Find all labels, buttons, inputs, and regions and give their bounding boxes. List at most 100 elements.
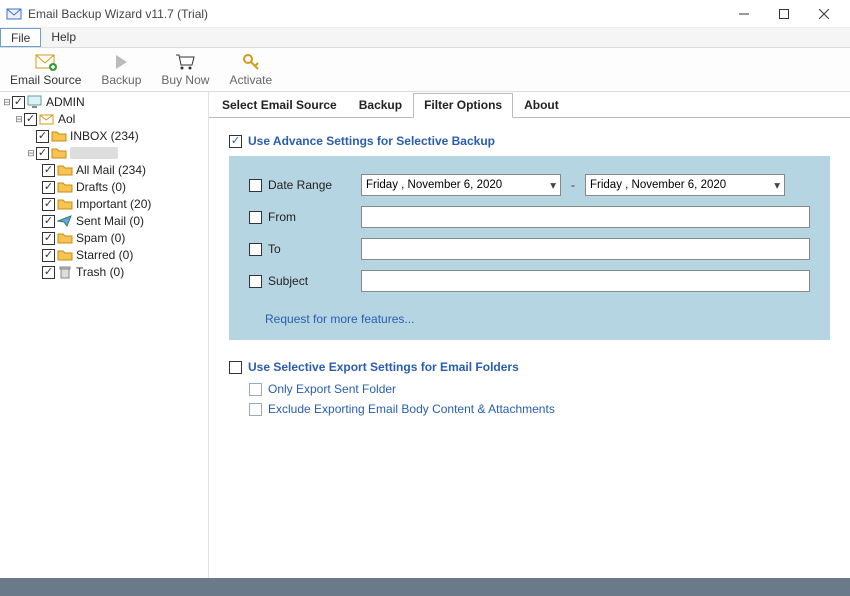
tree-label: Aol	[58, 112, 75, 126]
tree-label: INBOX (234)	[70, 129, 139, 143]
to-label: To	[268, 242, 281, 256]
key-icon	[240, 52, 262, 72]
selective-export-label: Use Selective Export Settings for Email …	[248, 360, 519, 374]
sent-icon	[57, 214, 73, 228]
subject-input[interactable]	[361, 270, 810, 292]
minimize-button[interactable]	[724, 2, 764, 26]
tree-checkbox[interactable]	[42, 198, 55, 211]
tool-backup[interactable]: Backup	[91, 48, 151, 91]
exclude-body-checkbox[interactable]	[249, 403, 262, 416]
maximize-button[interactable]	[764, 2, 804, 26]
cart-icon	[174, 52, 196, 72]
tool-activate[interactable]: Activate	[219, 48, 282, 91]
tab-select-source[interactable]: Select Email Source	[211, 93, 348, 118]
tree-label: Starred (0)	[76, 248, 133, 262]
subject-label: Subject	[268, 274, 308, 288]
selective-export-checkbox[interactable]	[229, 361, 242, 374]
close-button[interactable]	[804, 2, 844, 26]
from-input[interactable]	[361, 206, 810, 228]
main-panel: Select Email Source Backup Filter Option…	[208, 92, 850, 578]
tree-node-folder[interactable]: Drafts (0)	[2, 179, 208, 195]
tool-activate-label: Activate	[229, 73, 272, 87]
app-icon	[6, 6, 22, 22]
to-checkbox[interactable]	[249, 243, 262, 256]
trash-icon	[57, 265, 73, 279]
tree-label: ADMIN	[46, 95, 85, 109]
window-title: Email Backup Wizard v11.7 (Trial)	[28, 7, 724, 21]
folder-icon	[57, 163, 73, 177]
tabstrip: Select Email Source Backup Filter Option…	[209, 92, 850, 118]
daterange-label: Date Range	[268, 178, 332, 192]
to-input[interactable]	[361, 238, 810, 260]
status-bar	[0, 578, 850, 596]
tree-node-folder[interactable]: Important (20)	[2, 196, 208, 212]
folder-icon	[57, 197, 73, 211]
chevron-down-icon: ▾	[550, 178, 556, 192]
tree-node-folder[interactable]: All Mail (234)	[2, 162, 208, 178]
tree-checkbox[interactable]	[42, 164, 55, 177]
menu-help[interactable]: Help	[41, 28, 86, 47]
chevron-down-icon: ▾	[774, 178, 780, 192]
tree-node-folder[interactable]: Spam (0)	[2, 230, 208, 246]
tree-checkbox[interactable]	[42, 249, 55, 262]
folder-icon	[51, 129, 67, 143]
from-label: From	[268, 210, 296, 224]
tree-checkbox[interactable]	[36, 147, 49, 160]
tool-buy-now[interactable]: Buy Now	[151, 48, 219, 91]
tab-filter-options[interactable]: Filter Options	[413, 93, 513, 118]
daterange-checkbox[interactable]	[249, 179, 262, 192]
tree-node-folder[interactable]: Sent Mail (0)	[2, 213, 208, 229]
envelope-plus-icon	[35, 52, 57, 72]
tree-node-gmail[interactable]: ⊟	[2, 145, 208, 161]
folder-icon	[51, 146, 67, 160]
only-sent-checkbox[interactable]	[249, 383, 262, 396]
tree-node-account[interactable]: ⊟ Aol	[2, 111, 208, 127]
tree-checkbox[interactable]	[12, 96, 25, 109]
advance-settings-panel: Date Range Friday , November 6, 2020 ▾ -…	[229, 156, 830, 340]
exclude-body-label: Exclude Exporting Email Body Content & A…	[268, 402, 555, 416]
tree-checkbox[interactable]	[42, 232, 55, 245]
tree-checkbox[interactable]	[36, 130, 49, 143]
menu-file[interactable]: File	[0, 28, 41, 47]
advance-settings-label: Use Advance Settings for Selective Backu…	[248, 134, 495, 148]
tree-label: All Mail (234)	[76, 163, 146, 177]
only-sent-label: Only Export Sent Folder	[268, 382, 396, 396]
date-to-value: Friday , November 6, 2020	[590, 179, 726, 191]
tab-about[interactable]: About	[513, 93, 570, 118]
account-icon	[39, 112, 55, 126]
tree-node-folder[interactable]: Starred (0)	[2, 247, 208, 263]
tree-label: Sent Mail (0)	[76, 214, 144, 228]
tree-label: Spam (0)	[76, 231, 125, 245]
from-checkbox[interactable]	[249, 211, 262, 224]
menubar: File Help	[0, 28, 850, 48]
subject-checkbox[interactable]	[249, 275, 262, 288]
tool-email-source-label: Email Source	[10, 73, 81, 87]
collapse-icon[interactable]: ⊟	[26, 149, 36, 158]
folder-icon	[57, 248, 73, 262]
tree-node-folder[interactable]: Trash (0)	[2, 264, 208, 280]
tool-buy-now-label: Buy Now	[161, 73, 209, 87]
tree-node-root[interactable]: ⊟ ADMIN	[2, 94, 208, 110]
date-from-value: Friday , November 6, 2020	[366, 179, 502, 191]
tree-label-redacted	[70, 147, 118, 159]
date-from-picker[interactable]: Friday , November 6, 2020 ▾	[361, 174, 561, 196]
collapse-icon[interactable]: ⊟	[2, 98, 12, 107]
tree-checkbox[interactable]	[42, 266, 55, 279]
tree-node-inbox[interactable]: INBOX (234)	[2, 128, 208, 144]
date-separator: -	[571, 178, 575, 192]
tab-backup[interactable]: Backup	[348, 93, 413, 118]
request-features-link[interactable]: Request for more features...	[265, 312, 414, 326]
collapse-icon[interactable]: ⊟	[14, 115, 24, 124]
tree-label: Important (20)	[76, 197, 151, 211]
play-icon	[110, 52, 132, 72]
date-to-picker[interactable]: Friday , November 6, 2020 ▾	[585, 174, 785, 196]
tree-checkbox[interactable]	[42, 181, 55, 194]
folder-tree[interactable]: ⊟ ADMIN ⊟ Aol INBOX (234) ⊟ All Mail (23	[0, 92, 208, 578]
titlebar: Email Backup Wizard v11.7 (Trial)	[0, 0, 850, 28]
advance-settings-checkbox[interactable]	[229, 135, 242, 148]
tree-checkbox[interactable]	[42, 215, 55, 228]
tool-email-source[interactable]: Email Source	[0, 48, 91, 91]
toolbar: Email Source Backup Buy Now Activate	[0, 48, 850, 92]
folder-icon	[57, 231, 73, 245]
tree-checkbox[interactable]	[24, 113, 37, 126]
